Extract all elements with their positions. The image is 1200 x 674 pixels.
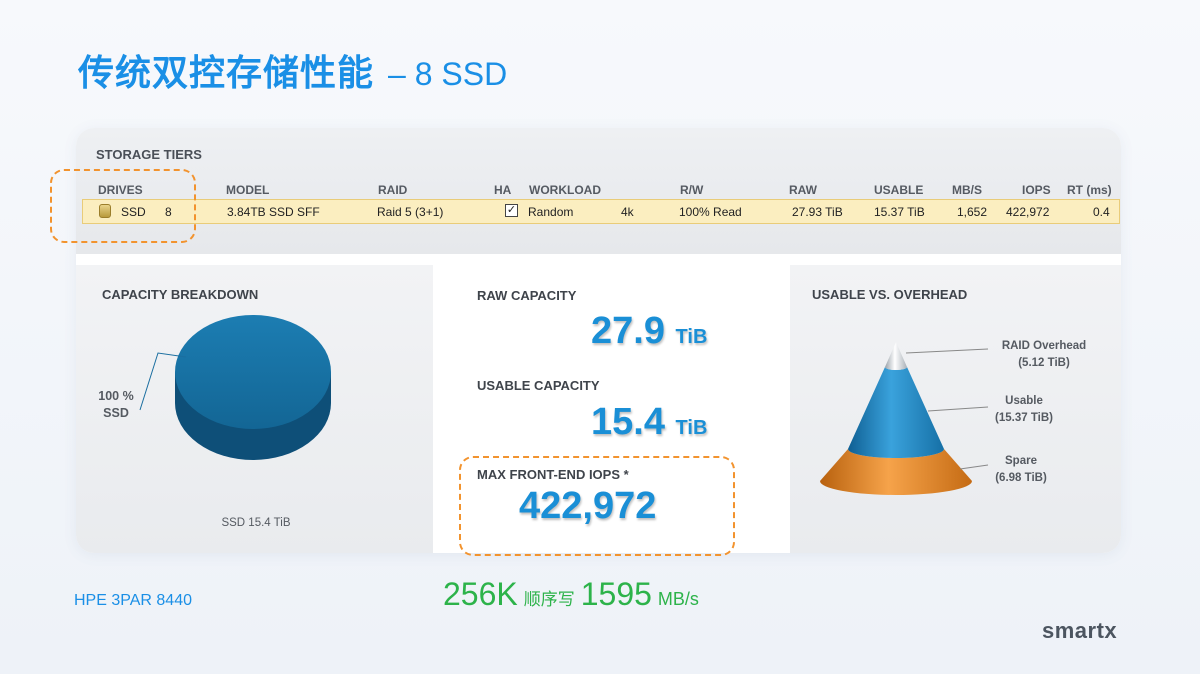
raw-capacity-number: 27.9 (591, 310, 665, 352)
usable-capacity-value: 15.4 TiB (591, 401, 707, 444)
cell-block-size: 4k (621, 205, 634, 219)
title-english: – 8 SSD (388, 56, 508, 92)
cell-raid: Raid 5 (3+1) (377, 205, 444, 219)
seq-iops: 256K (443, 576, 518, 612)
cone-overhead-segment (885, 342, 907, 370)
cell-usable: 15.37 TiB (874, 205, 925, 219)
leader-overhead (905, 348, 989, 354)
capacity-breakdown-card: CAPACITY BREAKDOWN 100 % SSD SSD 15.4 Ti… (76, 265, 433, 553)
pie-label-type: SSD (103, 406, 129, 420)
sequential-write-stat: 256K 顺序写 1595 MB/s (443, 576, 699, 613)
seq-label: 顺序写 (523, 590, 575, 610)
seq-unit: MB/s (657, 589, 699, 609)
label-usable-name: Usable (1005, 395, 1043, 407)
pie-slice-ssd (175, 315, 331, 429)
cell-raw: 27.93 TiB (792, 205, 843, 219)
leader-usable (927, 406, 989, 412)
pie-legend: SSD 15.4 TiB (221, 517, 291, 529)
cell-model: 3.84TB SSD SFF (227, 205, 320, 219)
cell-iops: 422,972 (1006, 205, 1050, 219)
ha-checkbox[interactable]: ✓ (505, 204, 518, 217)
cell-rt: 0.4 (1093, 205, 1110, 219)
cell-mbs: 1,652 (957, 205, 988, 219)
col-raid: RAID (378, 183, 408, 197)
cell-workload: Random (528, 205, 574, 219)
col-ha: HA (494, 183, 512, 197)
cone-usable-segment (848, 367, 944, 458)
label-raid-overhead-name: RAID Overhead (1001, 340, 1087, 352)
label-spare: Spare (6.98 TiB) (989, 453, 1053, 487)
slide-title: 传统双控存储性能 – 8 SSD (78, 44, 507, 94)
usable-capacity-unit: TiB (675, 417, 708, 439)
label-usable-value: (15.37 TiB) (995, 412, 1053, 424)
raw-capacity-unit: TiB (675, 326, 708, 348)
raw-capacity-title: RAW CAPACITY (477, 288, 577, 303)
col-rt: RT (ms) (1067, 183, 1112, 197)
col-rw: R/W (680, 183, 704, 197)
storage-tiers-table: STORAGE TIERS DRIVES MODEL RAID HA WORKL… (76, 128, 1121, 254)
pie-label-percent: 100 % (98, 389, 134, 403)
col-workload: WORKLOAD (529, 183, 601, 197)
col-mbs: MB/S (952, 183, 982, 197)
iops-highlight-box (459, 456, 735, 556)
table-row[interactable]: SSD 8 3.84TB SSD SFF Raid 5 (3+1) ✓ Rand… (82, 199, 1120, 224)
pie-label: 100 % SSD (94, 388, 138, 422)
usable-capacity-title: USABLE CAPACITY (477, 378, 600, 393)
leader-spare (959, 464, 989, 470)
col-iops: IOPS (1022, 183, 1051, 197)
title-chinese: 传统双控存储性能 (78, 53, 375, 94)
label-raid-overhead-value: (5.12 TiB) (1018, 357, 1070, 369)
product-name: HPE 3PAR 8440 (74, 592, 192, 609)
label-raid-overhead: RAID Overhead (5.12 TiB) (989, 338, 1099, 372)
col-model: MODEL (226, 183, 270, 197)
usable-capacity-number: 15.4 (591, 401, 665, 443)
smartx-logo: smartx (1042, 618, 1118, 643)
storage-tiers-heading: STORAGE TIERS (96, 147, 202, 162)
cell-rw: 100% Read (679, 205, 742, 219)
cone-chart (820, 342, 989, 495)
col-usable: USABLE (874, 183, 924, 197)
label-spare-name: Spare (1005, 455, 1037, 467)
seq-bandwidth: 1595 (580, 576, 652, 612)
drives-highlight-box (50, 169, 196, 243)
raw-capacity-value: 27.9 TiB (591, 310, 707, 353)
label-usable: Usable (15.37 TiB) (989, 393, 1059, 427)
usable-vs-overhead-card: USABLE VS. OVERHEAD RAID Overhead (5.12 … (790, 265, 1121, 553)
label-spare-value: (6.98 TiB) (995, 472, 1047, 484)
col-raw: RAW (789, 183, 817, 197)
